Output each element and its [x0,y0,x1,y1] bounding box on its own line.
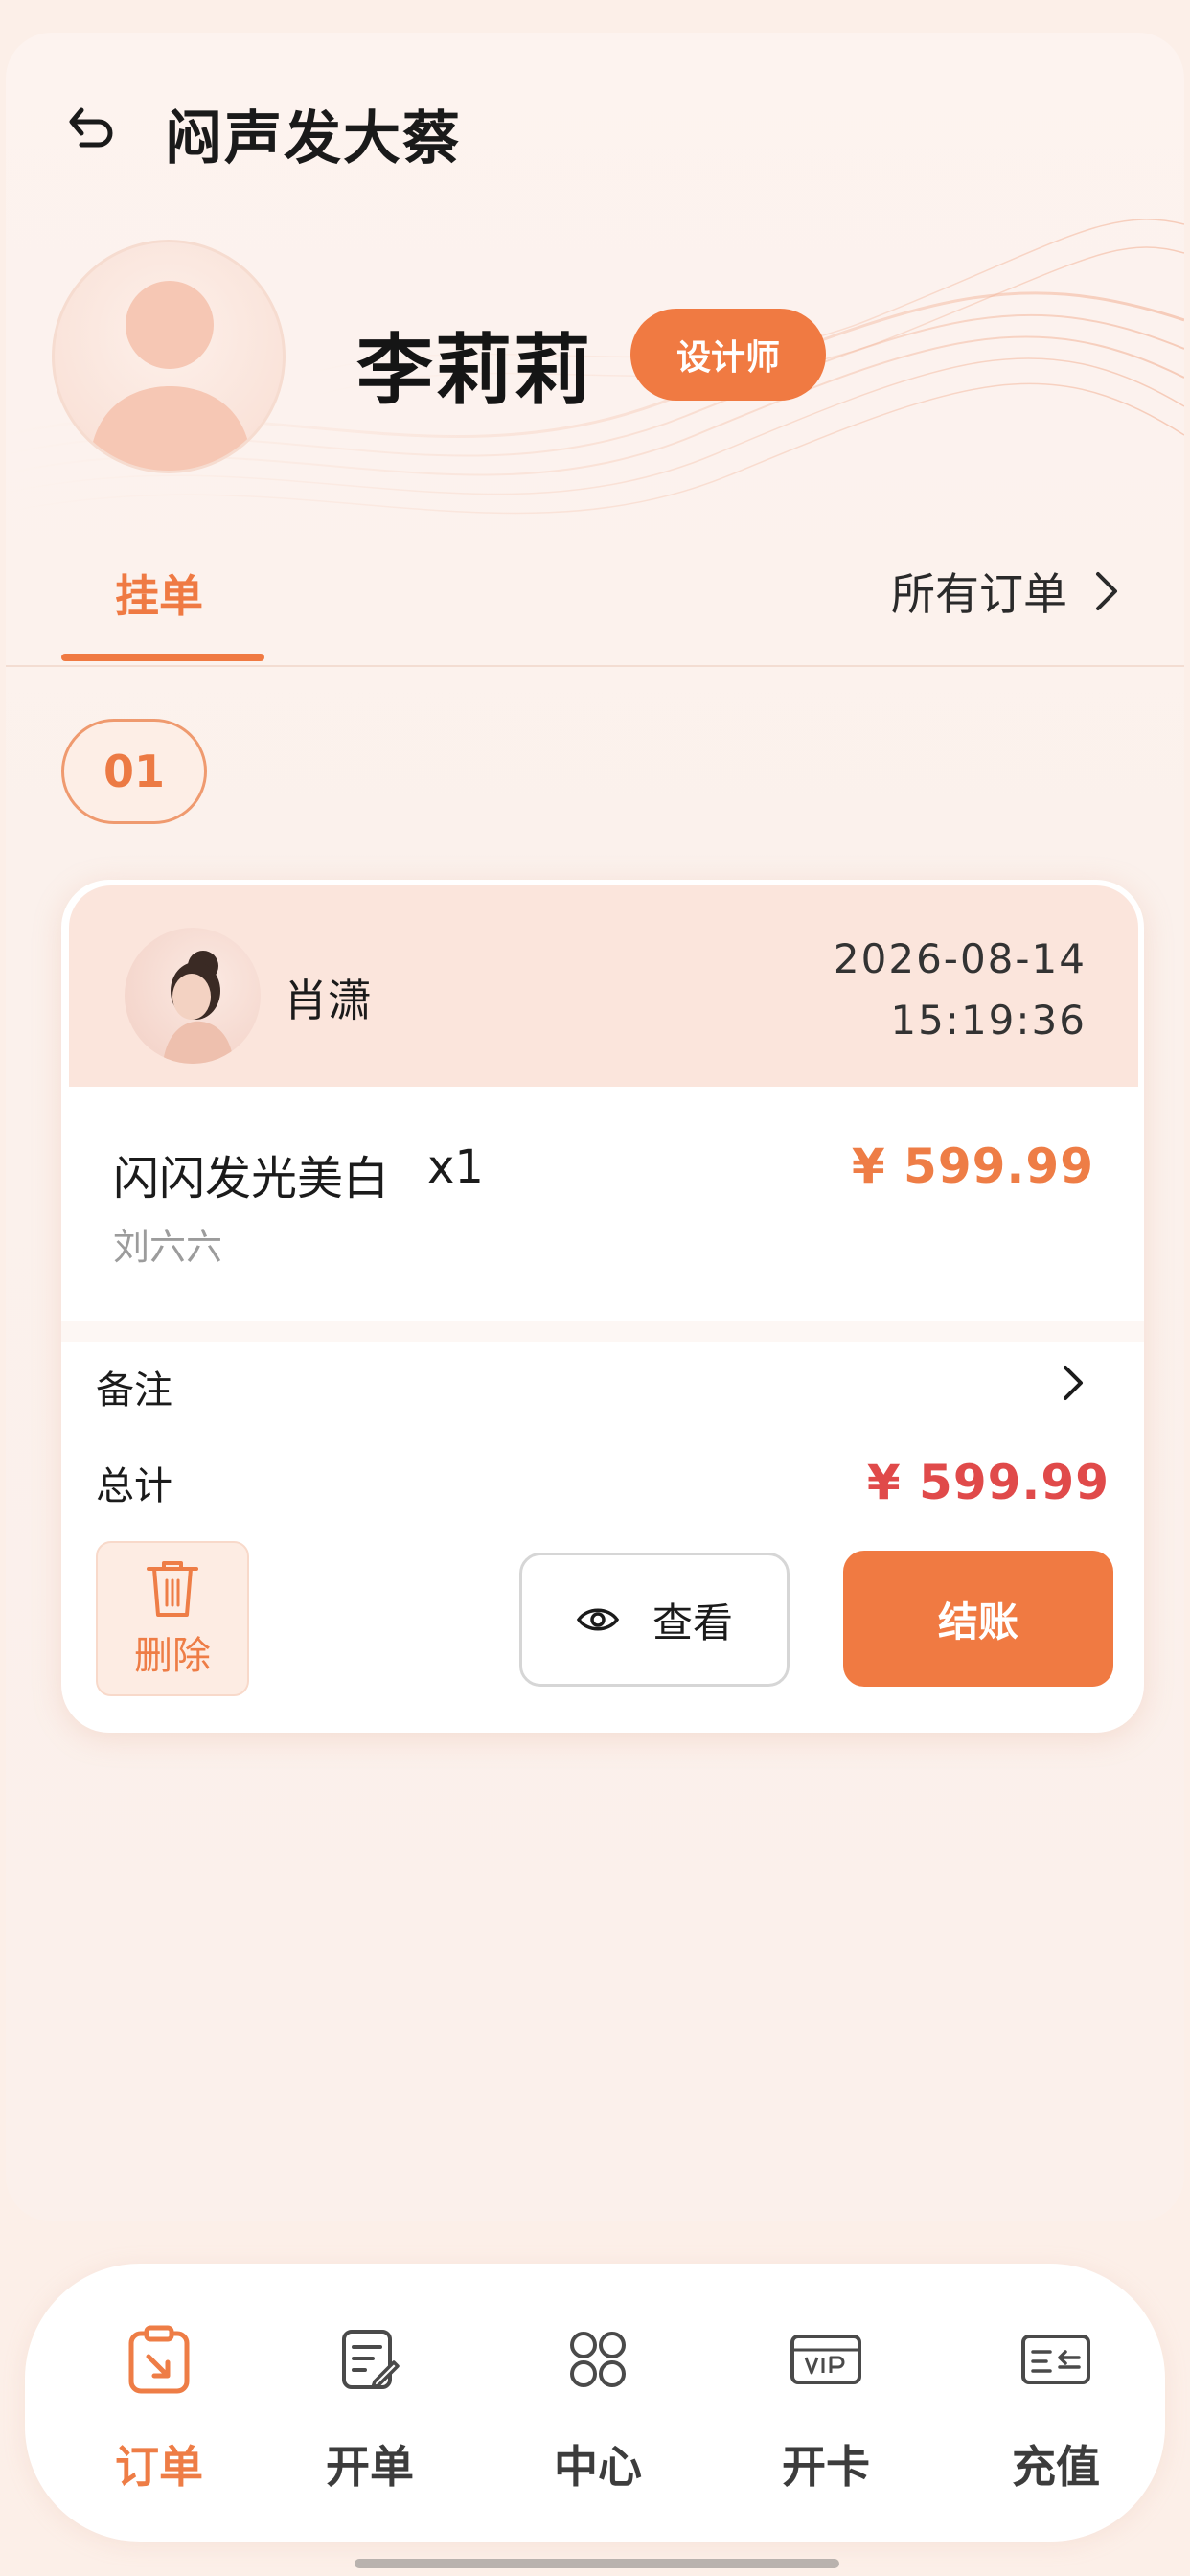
order-card-header: 肖潇 2026-08-14 15:19:36 [69,886,1138,1087]
order-icon [121,2321,197,2398]
total-amount: ¥ 599.99 [866,1455,1110,1510]
item-price: ¥ 599.99 [851,1138,1094,1194]
chevron-right-icon [1064,1366,1083,1400]
view-button[interactable]: 查看 [519,1552,790,1687]
nav-label: 中心 [554,2441,642,2493]
nav-label: 充值 [1012,2441,1100,2493]
all-orders-link[interactable]: 所有订单 [891,560,1121,623]
grid-icon [560,2321,636,2398]
order-date: 2026-08-14 [833,935,1087,982]
note-chevron[interactable] [1052,1359,1094,1407]
trash-icon [147,1561,198,1617]
bottom-navigation: 订单 开单 中心 开卡 充值 [25,2264,1165,2542]
back-arrow-icon [69,107,113,148]
nav-label: 开卡 [782,2441,870,2493]
view-label: 查看 [652,1598,733,1646]
checkout-button[interactable]: 结账 [843,1551,1113,1687]
section-separator [61,1321,1144,1342]
tab-divider [6,665,1184,667]
edit-note-icon [332,2321,408,2398]
item-staff: 刘六六 [113,1226,223,1268]
user-avatar[interactable] [52,240,286,473]
tab-active-indicator [61,654,264,661]
customer-avatar [125,928,261,1064]
nav-item-create-order[interactable]: 开单 [293,2321,446,2513]
item-name: 闪闪发光美白 [113,1152,390,1206]
eye-icon [576,1608,620,1631]
vip-card-icon [788,2321,864,2398]
all-orders-label: 所有订单 [891,568,1067,620]
order-index-badge[interactable]: 01 [61,719,207,824]
nav-label: 订单 [115,2441,203,2493]
nav-item-orders[interactable]: 订单 [82,2321,236,2513]
chevron-right-icon [1096,572,1117,610]
nav-item-center[interactable]: 中心 [521,2321,675,2513]
delete-button[interactable]: 删除 [96,1541,249,1696]
default-avatar-icon [89,281,252,471]
recharge-card-icon [1018,2321,1094,2398]
nav-item-recharge[interactable]: 充值 [979,2321,1133,2513]
order-time: 15:19:36 [890,997,1087,1044]
home-indicator [355,2559,839,2568]
nav-label: 开单 [326,2441,414,2493]
delete-label: 删除 [134,1634,211,1678]
order-card[interactable]: 肖潇 2026-08-14 15:19:36 闪闪发光美白 x1 ¥ 599.9… [61,880,1144,1733]
note-label[interactable]: 备注 [96,1359,172,1414]
item-quantity: x1 [427,1140,484,1194]
page-title: 闷声发大蔡 [165,105,462,172]
customer-name: 肖潇 [284,975,372,1026]
nav-item-open-card[interactable]: 开卡 [749,2321,903,2513]
customer-portrait-icon [163,951,234,1064]
main-panel: 闷声发大蔡 李莉莉 设计师 挂单 所有订单 01 肖潇 2026-08-14 1… [6,33,1184,2221]
role-badge: 设计师 [630,309,826,401]
total-label: 总计 [96,1464,172,1508]
tab-pending-orders[interactable]: 挂单 [115,562,203,625]
back-button[interactable] [56,94,123,161]
user-name: 李莉莉 [356,326,592,415]
